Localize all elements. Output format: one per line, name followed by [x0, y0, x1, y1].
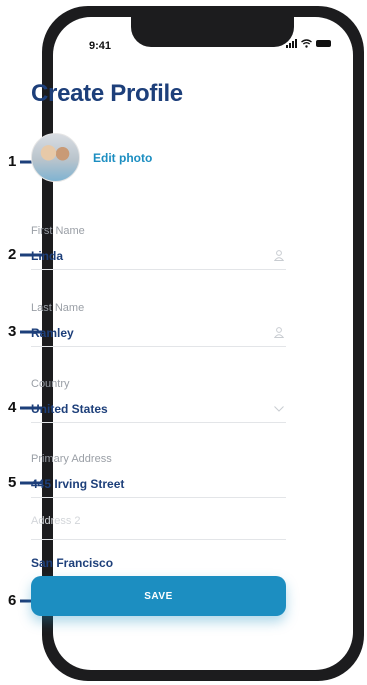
- divider: [31, 539, 286, 540]
- last-name-label: Last Name: [31, 302, 85, 314]
- battery-icon: [316, 40, 331, 47]
- save-button[interactable]: SAVE: [31, 576, 286, 616]
- callout-number: 3: [8, 323, 17, 340]
- callout-number: 4: [8, 399, 17, 416]
- country-value[interactable]: United States: [31, 402, 108, 416]
- person-icon: [274, 250, 284, 261]
- city-field[interactable]: San Francisco: [31, 556, 286, 574]
- avatar[interactable]: [31, 133, 80, 182]
- country-select[interactable]: Country United States: [31, 378, 286, 424]
- city-value[interactable]: San Francisco: [31, 556, 113, 570]
- callout-number: 1: [8, 153, 17, 170]
- signal-icon: [286, 39, 297, 48]
- divider: [31, 269, 286, 270]
- divider: [31, 497, 286, 498]
- chevron-down-icon[interactable]: [274, 406, 284, 412]
- last-name-value[interactable]: Ramley: [31, 326, 74, 340]
- person-icon: [274, 327, 284, 338]
- status-time: 9:41: [89, 40, 112, 52]
- page-title: Create Profile: [31, 80, 183, 107]
- address2-placeholder: Address 2: [31, 515, 81, 527]
- callout-number: 5: [8, 474, 17, 491]
- country-label: Country: [31, 378, 70, 390]
- last-name-field[interactable]: Last Name Ramley: [31, 302, 286, 348]
- primary-address-field[interactable]: Primary Address 445 Irving Street: [31, 453, 286, 499]
- status-icons: [286, 39, 331, 48]
- address2-field[interactable]: Address 2: [31, 515, 286, 541]
- edit-photo-link[interactable]: Edit photo: [93, 151, 152, 165]
- first-name-field[interactable]: First Name Linda: [31, 225, 286, 271]
- callout-number: 2: [8, 246, 17, 263]
- notch: [131, 17, 294, 47]
- divider: [31, 346, 286, 347]
- primary-address-label: Primary Address: [31, 453, 112, 465]
- wifi-icon: [301, 39, 312, 48]
- divider: [31, 422, 286, 423]
- callout-number: 6: [8, 592, 17, 609]
- first-name-value[interactable]: Linda: [31, 249, 63, 263]
- primary-address-value[interactable]: 445 Irving Street: [31, 477, 124, 491]
- first-name-label: First Name: [31, 225, 85, 237]
